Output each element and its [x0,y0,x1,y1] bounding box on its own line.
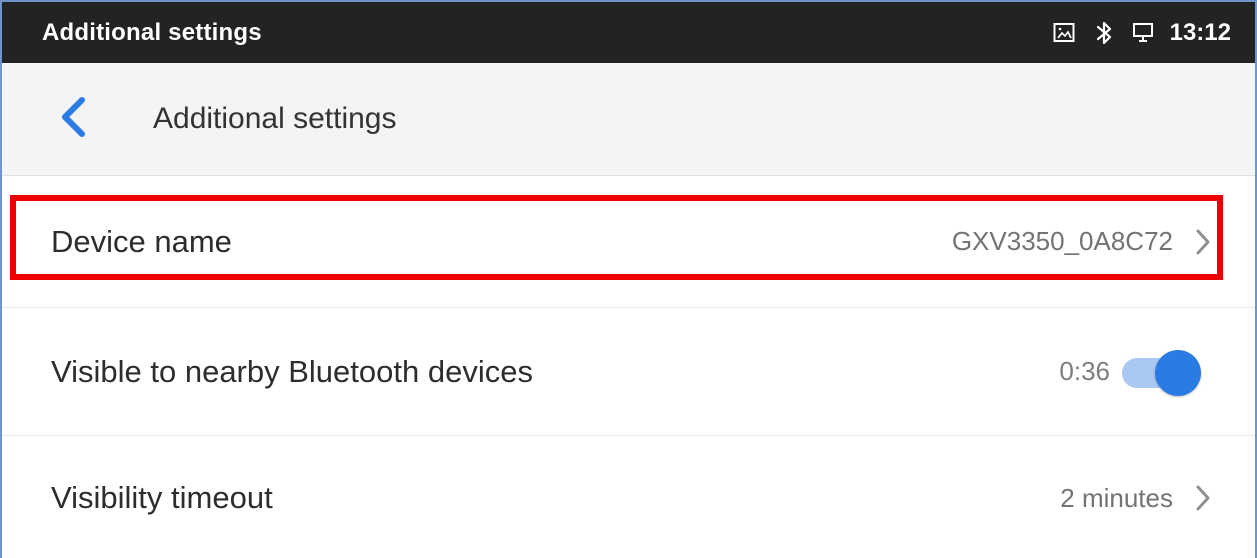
bluetooth-icon [1090,19,1118,47]
settings-list: Device name GXV3350_0A8C72 Visible to ne… [2,176,1255,558]
device-name-right: GXV3350_0A8C72 [952,224,1215,260]
status-bar-right: 13:12 [1050,19,1231,47]
visibility-countdown: 0:36 [1059,356,1110,386]
monitor-icon [1130,19,1158,47]
status-time: 13:12 [1169,18,1231,46]
toggle-thumb[interactable] [1155,349,1201,396]
bluetooth-visibility-controls: 0:36 [1059,349,1201,396]
device-name-label: Device name [51,223,232,259]
back-button[interactable] [51,93,93,145]
bluetooth-visibility-row[interactable]: Visible to nearby Bluetooth devices 0:36 [2,308,1255,436]
gallery-icon [1050,19,1078,47]
page-title: Additional settings [153,102,397,135]
device-name-row[interactable]: Device name GXV3350_0A8C72 [2,176,1255,308]
visibility-timeout-right: 2 minutes [1060,480,1215,516]
visibility-timeout-row[interactable]: Visibility timeout 2 minutes [2,436,1255,558]
bluetooth-visibility-toggle[interactable] [1122,349,1201,396]
chevron-right-icon [1191,224,1215,260]
status-bar: Additional settings 13:12 [2,2,1255,63]
chevron-right-icon [1191,480,1215,516]
app-window: Additional settings 13:12 Additional set… [0,0,1257,558]
device-name-value: GXV3350_0A8C72 [951,226,1173,256]
bluetooth-visibility-label: Visible to nearby Bluetooth devices [51,353,533,389]
status-bar-title: Additional settings [42,18,262,46]
app-bar: Additional settings [2,63,1255,176]
visibility-timeout-value: 2 minutes [1060,482,1173,513]
chevron-left-icon [58,95,86,144]
visibility-timeout-label: Visibility timeout [51,480,273,515]
